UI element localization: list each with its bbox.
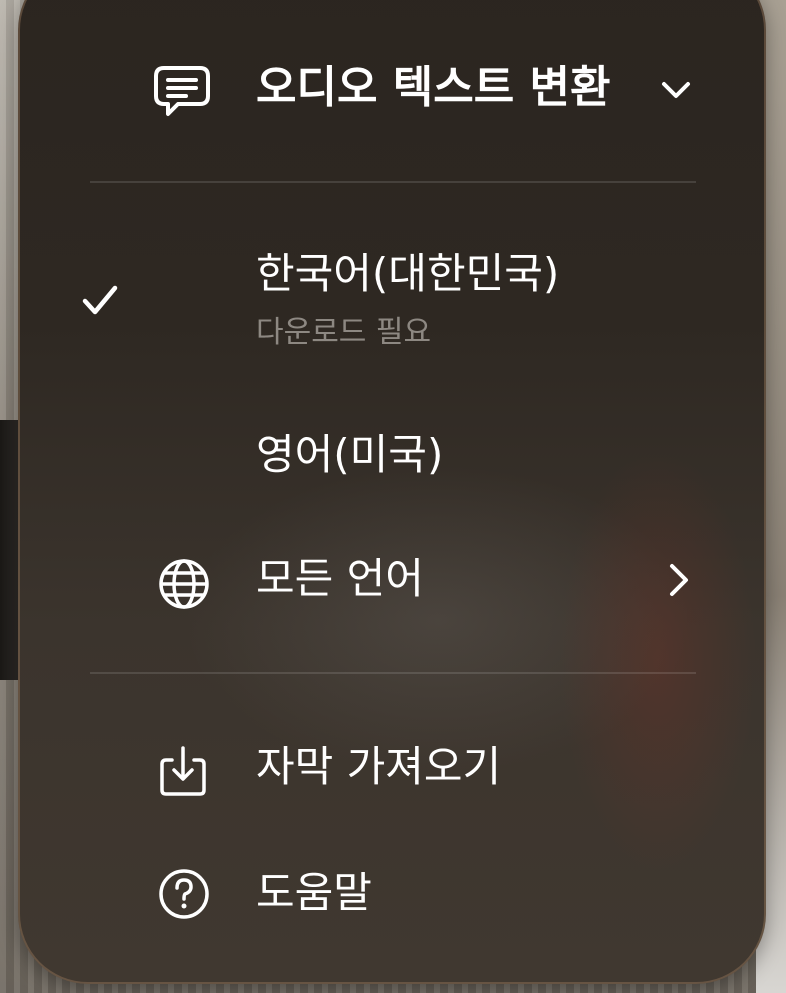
speech-to-text-menu bbox=[18, 0, 766, 984]
all-languages-label: 모든 언어 bbox=[256, 554, 424, 603]
divider-bottom bbox=[90, 672, 696, 674]
chevron-down-icon bbox=[656, 74, 696, 106]
language-label: 한국어(대한민국) bbox=[256, 249, 560, 298]
chevron-right-icon bbox=[660, 560, 696, 600]
help-label: 도움말 bbox=[256, 868, 372, 917]
globe-icon bbox=[156, 556, 212, 612]
divider-top bbox=[90, 181, 696, 183]
download-required-note: 다운로드 필요 bbox=[256, 315, 432, 350]
language-label: 영어(미국) bbox=[256, 430, 444, 479]
download-tray-icon bbox=[156, 744, 210, 800]
message-text-icon bbox=[152, 60, 212, 120]
import-subtitles-label: 자막 가져오기 bbox=[256, 742, 502, 791]
menu-title: 오디오 텍스트 변환 bbox=[256, 62, 611, 113]
checkmark-icon bbox=[80, 280, 120, 320]
help-circle-icon bbox=[156, 866, 212, 922]
